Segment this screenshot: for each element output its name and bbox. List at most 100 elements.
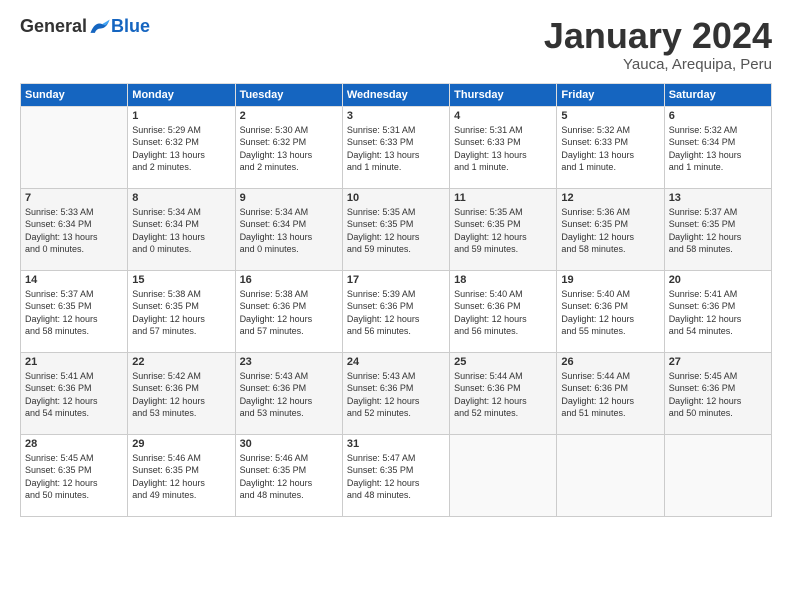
day-info: Sunrise: 5:37 AM Sunset: 6:35 PM Dayligh… [25,288,123,338]
day-number: 9 [240,192,338,204]
day-number: 11 [454,192,552,204]
week-row-2: 7 Sunrise: 5:33 AM Sunset: 6:34 PM Daylig… [21,188,772,270]
day-info: Sunrise: 5:34 AM Sunset: 6:34 PM Dayligh… [132,206,230,256]
day-info: Sunrise: 5:39 AM Sunset: 6:36 PM Dayligh… [347,288,445,338]
week-row-5: 28 Sunrise: 5:45 AM Sunset: 6:35 PM Dayli… [21,434,772,516]
week-row-1: 1 Sunrise: 5:29 AM Sunset: 6:32 PM Daylig… [21,106,772,188]
calendar-header-row: SundayMondayTuesdayWednesdayThursdayFrid… [21,83,772,106]
calendar-cell: 7 Sunrise: 5:33 AM Sunset: 6:34 PM Daylig… [21,188,128,270]
day-number: 27 [669,356,767,368]
day-number: 30 [240,438,338,450]
calendar-cell: 10 Sunrise: 5:35 AM Sunset: 6:35 PM Dayli… [342,188,449,270]
day-number: 22 [132,356,230,368]
day-info: Sunrise: 5:43 AM Sunset: 6:36 PM Dayligh… [240,370,338,420]
calendar-cell: 25Sunrise: 5:44 AM Sunset: 6:36 PM Dayli… [450,352,557,434]
column-header-friday: Friday [557,83,664,106]
day-info: Sunrise: 5:29 AM Sunset: 6:32 PM Dayligh… [132,124,230,174]
day-number: 29 [132,438,230,450]
calendar-cell: 30 Sunrise: 5:46 AM Sunset: 6:35 PM Dayli… [235,434,342,516]
calendar-cell: 12 Sunrise: 5:36 AM Sunset: 6:35 PM Dayli… [557,188,664,270]
calendar-cell: 15 Sunrise: 5:38 AM Sunset: 6:35 PM Dayli… [128,270,235,352]
calendar-cell: 31 Sunrise: 5:47 AM Sunset: 6:35 PM Dayli… [342,434,449,516]
calendar-cell: 28 Sunrise: 5:45 AM Sunset: 6:35 PM Dayli… [21,434,128,516]
day-info: Sunrise: 5:33 AM Sunset: 6:34 PM Dayligh… [25,206,123,256]
calendar-cell: 18Sunrise: 5:40 AM Sunset: 6:36 PM Dayli… [450,270,557,352]
day-number: 13 [669,192,767,204]
calendar-cell: 3 Sunrise: 5:31 AM Sunset: 6:33 PM Daylig… [342,106,449,188]
day-info: Sunrise: 5:45 AM Sunset: 6:35 PM Dayligh… [25,452,123,502]
day-number: 25 [454,356,552,368]
day-number: 12 [561,192,659,204]
day-number: 1 [132,110,230,122]
calendar-cell: 11 Sunrise: 5:35 AM Sunset: 6:35 PM Dayli… [450,188,557,270]
day-info: Sunrise: 5:37 AM Sunset: 6:35 PM Dayligh… [669,206,767,256]
calendar-cell: 24Sunrise: 5:43 AM Sunset: 6:36 PM Dayli… [342,352,449,434]
column-header-thursday: Thursday [450,83,557,106]
day-info: Sunrise: 5:35 AM Sunset: 6:35 PM Dayligh… [347,206,445,256]
page: General Blue January 2024 Yauca, Arequip… [0,0,792,612]
day-number: 3 [347,110,445,122]
title-section: January 2024 Yauca, Arequipa, Peru [544,16,772,73]
day-number: 24 [347,356,445,368]
calendar-cell: 20Sunrise: 5:41 AM Sunset: 6:36 PM Dayli… [664,270,771,352]
calendar: SundayMondayTuesdayWednesdayThursdayFrid… [20,83,772,517]
calendar-cell [450,434,557,516]
day-info: Sunrise: 5:40 AM Sunset: 6:36 PM Dayligh… [454,288,552,338]
day-info: Sunrise: 5:30 AM Sunset: 6:32 PM Dayligh… [240,124,338,174]
day-number: 19 [561,274,659,286]
day-info: Sunrise: 5:44 AM Sunset: 6:36 PM Dayligh… [561,370,659,420]
week-row-3: 14Sunrise: 5:37 AM Sunset: 6:35 PM Dayli… [21,270,772,352]
logo-blue-text: Blue [111,16,150,37]
calendar-cell: 22 Sunrise: 5:42 AM Sunset: 6:36 PM Dayli… [128,352,235,434]
column-header-tuesday: Tuesday [235,83,342,106]
month-title: January 2024 [544,16,772,56]
day-info: Sunrise: 5:31 AM Sunset: 6:33 PM Dayligh… [347,124,445,174]
day-info: Sunrise: 5:47 AM Sunset: 6:35 PM Dayligh… [347,452,445,502]
day-info: Sunrise: 5:32 AM Sunset: 6:34 PM Dayligh… [669,124,767,174]
day-info: Sunrise: 5:38 AM Sunset: 6:36 PM Dayligh… [240,288,338,338]
day-info: Sunrise: 5:38 AM Sunset: 6:35 PM Dayligh… [132,288,230,338]
day-info: Sunrise: 5:36 AM Sunset: 6:35 PM Dayligh… [561,206,659,256]
column-header-monday: Monday [128,83,235,106]
day-info: Sunrise: 5:35 AM Sunset: 6:35 PM Dayligh… [454,206,552,256]
day-number: 31 [347,438,445,450]
day-info: Sunrise: 5:31 AM Sunset: 6:33 PM Dayligh… [454,124,552,174]
calendar-cell: 29 Sunrise: 5:46 AM Sunset: 6:35 PM Dayli… [128,434,235,516]
day-number: 23 [240,356,338,368]
day-info: Sunrise: 5:34 AM Sunset: 6:34 PM Dayligh… [240,206,338,256]
day-info: Sunrise: 5:45 AM Sunset: 6:36 PM Dayligh… [669,370,767,420]
day-number: 26 [561,356,659,368]
calendar-cell: 19Sunrise: 5:40 AM Sunset: 6:36 PM Dayli… [557,270,664,352]
calendar-cell [664,434,771,516]
calendar-cell: 26 Sunrise: 5:44 AM Sunset: 6:36 PM Dayli… [557,352,664,434]
calendar-cell: 1 Sunrise: 5:29 AM Sunset: 6:32 PM Daylig… [128,106,235,188]
bird-icon [89,18,111,36]
calendar-cell: 23 Sunrise: 5:43 AM Sunset: 6:36 PM Dayli… [235,352,342,434]
day-info: Sunrise: 5:42 AM Sunset: 6:36 PM Dayligh… [132,370,230,420]
logo-top: General Blue [20,16,150,37]
calendar-cell: 17 Sunrise: 5:39 AM Sunset: 6:36 PM Dayli… [342,270,449,352]
logo: General Blue [20,16,150,37]
day-number: 10 [347,192,445,204]
day-number: 15 [132,274,230,286]
calendar-cell: 4Sunrise: 5:31 AM Sunset: 6:33 PM Daylig… [450,106,557,188]
day-info: Sunrise: 5:46 AM Sunset: 6:35 PM Dayligh… [240,452,338,502]
day-number: 17 [347,274,445,286]
day-info: Sunrise: 5:46 AM Sunset: 6:35 PM Dayligh… [132,452,230,502]
calendar-cell: 6 Sunrise: 5:32 AM Sunset: 6:34 PM Daylig… [664,106,771,188]
calendar-cell: 8Sunrise: 5:34 AM Sunset: 6:34 PM Daylig… [128,188,235,270]
calendar-cell: 2Sunrise: 5:30 AM Sunset: 6:32 PM Daylig… [235,106,342,188]
day-number: 6 [669,110,767,122]
day-number: 28 [25,438,123,450]
column-header-wednesday: Wednesday [342,83,449,106]
calendar-cell: 13 Sunrise: 5:37 AM Sunset: 6:35 PM Dayli… [664,188,771,270]
day-number: 7 [25,192,123,204]
day-info: Sunrise: 5:41 AM Sunset: 6:36 PM Dayligh… [669,288,767,338]
column-header-sunday: Sunday [21,83,128,106]
calendar-cell: 16Sunrise: 5:38 AM Sunset: 6:36 PM Dayli… [235,270,342,352]
day-info: Sunrise: 5:41 AM Sunset: 6:36 PM Dayligh… [25,370,123,420]
day-info: Sunrise: 5:32 AM Sunset: 6:33 PM Dayligh… [561,124,659,174]
week-row-4: 21Sunrise: 5:41 AM Sunset: 6:36 PM Dayli… [21,352,772,434]
calendar-cell: 21Sunrise: 5:41 AM Sunset: 6:36 PM Dayli… [21,352,128,434]
location: Yauca, Arequipa, Peru [544,56,772,73]
